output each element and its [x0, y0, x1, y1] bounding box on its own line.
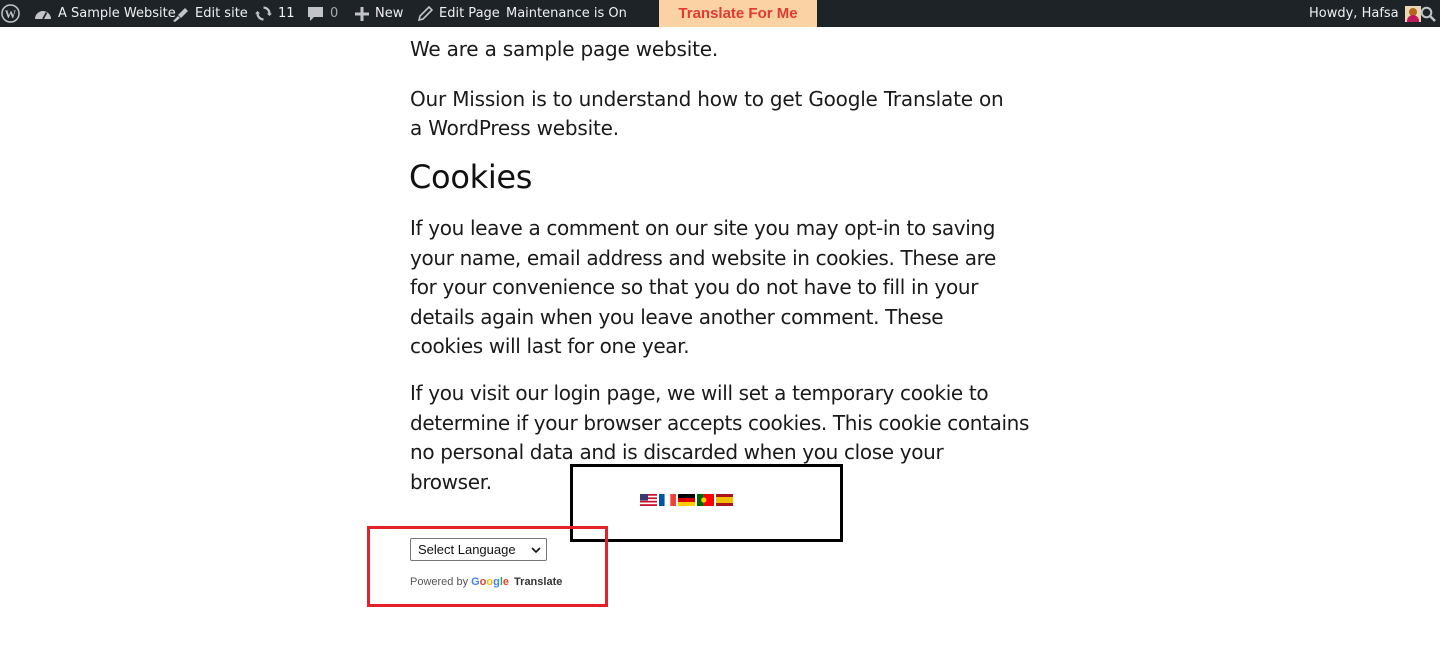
svg-text:W: W: [5, 9, 17, 21]
new-content-menu[interactable]: New: [355, 0, 403, 27]
edit-page-link[interactable]: Edit Page: [418, 0, 500, 27]
howdy-label: Howdy, Hafsa: [1309, 6, 1399, 21]
us-flag[interactable]: [640, 494, 657, 506]
mission-paragraph: Our Mission is to understand how to get …: [410, 87, 1004, 140]
updates-icon: [255, 6, 272, 21]
cookies-paragraph-1: If you leave a comment on our site you m…: [410, 216, 996, 358]
updates-count: 11: [278, 6, 295, 21]
avatar: [1404, 5, 1421, 22]
search-icon: [1420, 6, 1436, 22]
wordpress-icon: W: [1, 4, 20, 23]
germany-flag[interactable]: [678, 494, 695, 506]
pencil-icon: [418, 6, 433, 21]
search-button[interactable]: [1420, 0, 1436, 27]
powered-by-google-translate: Powered by Google Translate: [410, 576, 562, 588]
intro-paragraph: We are a sample page website.: [410, 37, 718, 61]
chevron-down-icon: [531, 547, 541, 554]
france-flag[interactable]: [659, 494, 676, 506]
google-logo[interactable]: Google: [471, 576, 509, 588]
updates-link[interactable]: 11: [255, 0, 295, 27]
language-select[interactable]: Select Language: [410, 538, 547, 561]
site-name: A Sample Website: [58, 6, 176, 21]
maintenance-label: Maintenance is On: [506, 6, 627, 21]
translate-for-me-button[interactable]: Translate For Me: [659, 0, 817, 27]
spain-flag[interactable]: [716, 494, 733, 506]
dashboard-icon: [35, 10, 51, 19]
cookies-heading: Cookies: [409, 158, 533, 196]
edit-page-label: Edit Page: [439, 6, 500, 21]
plus-icon: [355, 6, 369, 21]
edit-site-label: Edit site: [195, 6, 248, 21]
wordpress-logo-menu[interactable]: W: [1, 0, 20, 27]
maintenance-status-link[interactable]: Maintenance is On: [506, 0, 627, 27]
comments-count: 0: [330, 6, 339, 21]
edit-site-link[interactable]: Edit site: [171, 0, 248, 27]
brush-icon: [173, 7, 188, 22]
new-label: New: [375, 6, 404, 21]
my-account-menu[interactable]: Howdy, Hafsa: [1309, 0, 1421, 27]
language-select-value: Select Language: [418, 542, 516, 557]
powered-by-label: Powered by: [410, 576, 469, 588]
google-translate-link[interactable]: Translate: [514, 576, 562, 588]
admin-bar: W A Sample Website Edit site 11 0 New Ed…: [0, 0, 1440, 27]
language-flags: [640, 494, 733, 506]
comments-link[interactable]: 0: [307, 0, 338, 27]
site-name-menu[interactable]: A Sample Website: [34, 0, 176, 27]
portugal-flag[interactable]: [697, 494, 714, 506]
comment-icon: [308, 6, 323, 21]
